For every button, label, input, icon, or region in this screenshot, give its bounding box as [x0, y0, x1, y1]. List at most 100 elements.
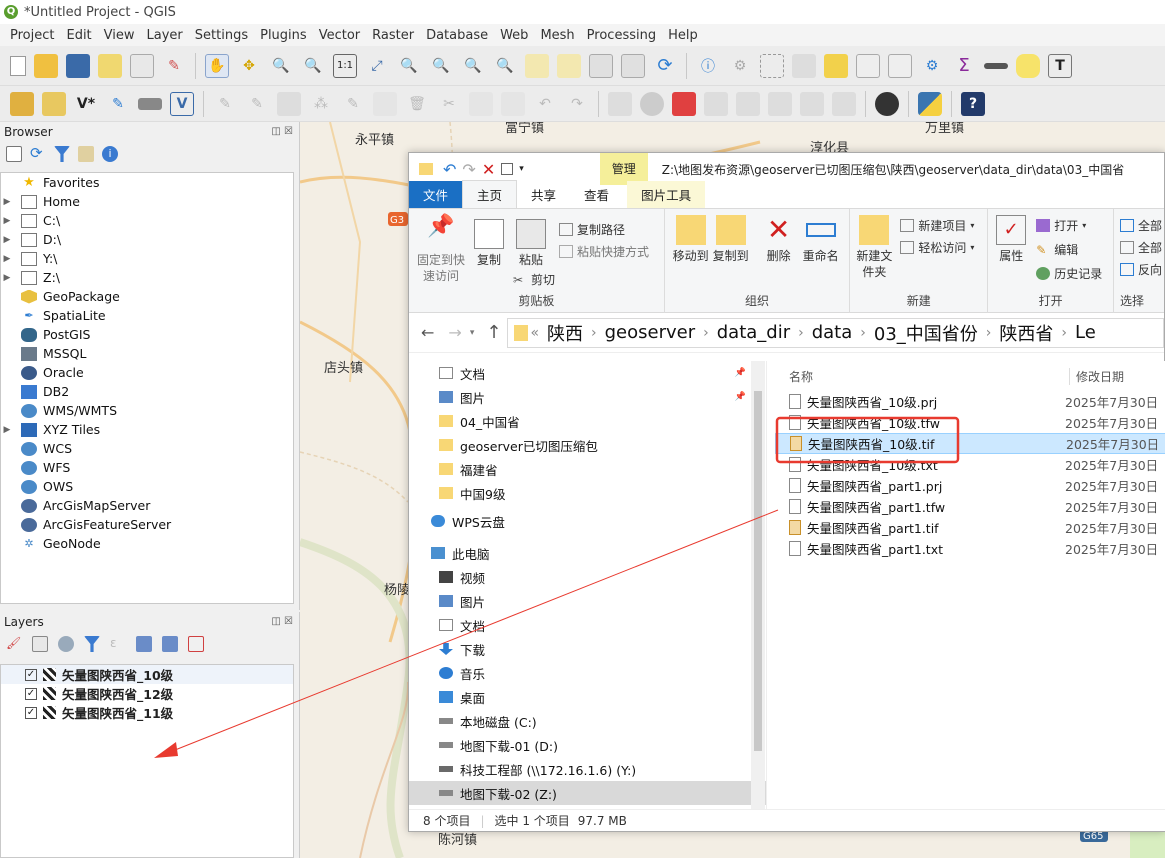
breadcrumb-chevron-icon[interactable]: ›: [1059, 325, 1069, 341]
menu-web[interactable]: Web: [494, 28, 534, 43]
nav-item[interactable]: 地图下载-01 (D:): [409, 733, 766, 757]
new-3d-map-view-icon[interactable]: [557, 53, 581, 78]
paste-button[interactable]: 粘贴: [513, 219, 549, 268]
tab-share[interactable]: 共享: [517, 181, 570, 208]
address-breadcrumb[interactable]: « 陕西 › geoserver › data_dir › data › 03_中国省份 › 陕西省…: [507, 317, 1164, 348]
zoom-in-icon[interactable]: 🔍: [269, 54, 293, 78]
tab-view[interactable]: 查看: [570, 181, 623, 208]
new-virtual-layer-icon[interactable]: [138, 97, 162, 110]
paste-features-icon[interactable]: [501, 91, 525, 116]
nav-item[interactable]: 本地磁盘 (C:): [409, 709, 766, 733]
file-row[interactable]: 矢量图陕西省_part1.prj 2025年7月30日: [775, 475, 1165, 496]
file-row[interactable]: 矢量图陕西省_part1.txt 2025年7月30日: [775, 538, 1165, 559]
nav-item[interactable]: geoserver已切图压缩包: [409, 433, 766, 457]
file-row[interactable]: 矢量图陕西省_10级.prj 2025年7月30日: [775, 391, 1165, 412]
layer-visibility-checkbox[interactable]: ✓: [25, 687, 37, 700]
deselect-icon[interactable]: [824, 53, 848, 78]
map-tips-icon[interactable]: [1016, 53, 1040, 78]
cut-features-icon[interactable]: ✂: [437, 92, 461, 116]
column-name[interactable]: 名称: [775, 368, 1069, 385]
browser-item[interactable]: ✒ SpatiaLite: [1, 306, 293, 325]
nav-item[interactable]: 福建省: [409, 457, 766, 481]
browser-item[interactable]: DB2: [1, 382, 293, 401]
nav-item[interactable]: 桌面: [409, 685, 766, 709]
open-button[interactable]: 打开 ▾: [1036, 217, 1086, 234]
pin-quick-access-button[interactable]: 📌 固定到快速访问: [413, 216, 469, 284]
undo-icon[interactable]: ↶: [443, 160, 456, 179]
nav-item[interactable]: 中国9级: [409, 481, 766, 505]
show-hide-labels-icon[interactable]: [800, 91, 824, 116]
browser-item[interactable]: ✲ GeoNode: [1, 534, 293, 553]
browser-item[interactable]: GeoPackage: [1, 287, 293, 306]
browser-item[interactable]: WMS/WMTS: [1, 401, 293, 420]
scroll-thumb[interactable]: [754, 391, 762, 751]
add-layer-icon[interactable]: [6, 146, 22, 162]
expand-arrow-icon[interactable]: ▶: [1, 254, 13, 264]
quick-access-dropdown-icon[interactable]: ▾: [519, 164, 524, 174]
browser-item[interactable]: ▶ Z:\: [1, 268, 293, 287]
new-project-icon[interactable]: [10, 55, 26, 76]
copy-to-button[interactable]: 复制到: [711, 215, 751, 264]
menu-mesh[interactable]: Mesh: [534, 28, 580, 43]
browser-item[interactable]: ▶ XYZ Tiles: [1, 420, 293, 439]
back-arrow-icon[interactable]: ←: [421, 323, 434, 342]
layer-item[interactable]: ✓ 矢量图陕西省_11级: [1, 703, 293, 722]
paste-shortcut-button[interactable]: 粘贴快捷方式: [559, 243, 649, 260]
refresh-icon[interactable]: ⟳: [30, 146, 46, 162]
forward-arrow-icon[interactable]: →: [448, 323, 461, 342]
expand-arrow-icon[interactable]: ▶: [1, 216, 13, 226]
menu-edit[interactable]: Edit: [60, 28, 97, 43]
redo-icon[interactable]: ↷: [565, 92, 589, 116]
menu-database[interactable]: Database: [420, 28, 494, 43]
nav-item[interactable]: 04_中国省: [409, 409, 766, 433]
breadcrumb-item[interactable]: data_dir: [711, 322, 796, 343]
breadcrumb-chevron-icon[interactable]: ›: [984, 325, 994, 341]
processing-toolbox-icon[interactable]: ⚙: [920, 54, 944, 78]
layer-item[interactable]: ✓ 矢量图陕西省_10级: [1, 665, 293, 684]
new-geopackage-layer-icon[interactable]: [42, 91, 66, 116]
file-row[interactable]: 矢量图陕西省_part1.tif 2025年7月30日: [775, 517, 1165, 538]
remove-layer-icon[interactable]: [188, 636, 204, 652]
browser-item[interactable]: MSSQL: [1, 344, 293, 363]
new-map-view-icon[interactable]: [525, 53, 549, 78]
file-row[interactable]: 矢量图陕西省_part1.tfw 2025年7月30日: [775, 496, 1165, 517]
menu-plugins[interactable]: Plugins: [254, 28, 313, 43]
zoom-to-selection-icon[interactable]: 🔍: [397, 54, 421, 78]
browser-item[interactable]: ArcGisFeatureServer: [1, 515, 293, 534]
add-group-icon[interactable]: [32, 636, 48, 652]
browser-item[interactable]: WCS: [1, 439, 293, 458]
new-item-button[interactable]: 新建项目 ▾: [900, 217, 974, 234]
delete-button[interactable]: ✕ 删除: [761, 215, 797, 264]
properties-icon[interactable]: [501, 163, 514, 175]
history-button[interactable]: 历史记录: [1036, 265, 1102, 282]
tab-file[interactable]: 文件: [409, 181, 463, 208]
breadcrumb-item[interactable]: 陕西省: [993, 320, 1059, 346]
collapse-all-icon[interactable]: [162, 636, 178, 652]
copy-features-icon[interactable]: [469, 91, 493, 116]
breadcrumb-item[interactable]: 03_中国省份: [868, 320, 984, 346]
redo-icon[interactable]: ↷: [462, 160, 475, 179]
nav-item[interactable]: WPS云盘: [409, 509, 766, 533]
easy-access-button[interactable]: 轻松访问 ▾: [900, 239, 974, 256]
nav-item[interactable]: 视频: [409, 565, 766, 589]
actions-icon[interactable]: ⚙: [728, 54, 752, 78]
expand-arrow-icon[interactable]: ▶: [1, 273, 13, 283]
tab-picture-tools[interactable]: 图片工具: [627, 181, 706, 208]
open-project-icon[interactable]: [34, 53, 58, 78]
breadcrumb-chevron-icon[interactable]: ›: [589, 325, 599, 341]
new-folder-button[interactable]: 新建文件夹: [856, 215, 892, 280]
zoom-last-icon[interactable]: 🔍: [461, 54, 485, 78]
file-row[interactable]: 矢量图陕西省_10级.tif 2025年7月30日: [775, 433, 1165, 454]
panel-float-close-icon[interactable]: ◫ ☒: [271, 122, 299, 142]
data-source-manager-icon[interactable]: [10, 91, 34, 116]
browser-item[interactable]: PostGIS: [1, 325, 293, 344]
manage-visibility-icon[interactable]: [58, 636, 74, 652]
browser-item[interactable]: ArcGisMapServer: [1, 496, 293, 515]
browser-item[interactable]: ▶ Y:\: [1, 249, 293, 268]
plugin-spy-icon[interactable]: [875, 91, 899, 116]
save-edits-icon[interactable]: [277, 91, 301, 116]
move-label-icon[interactable]: [704, 91, 728, 116]
menu-help[interactable]: Help: [662, 28, 704, 43]
nav-item[interactable]: 文档 📌: [409, 361, 766, 385]
properties-icon[interactable]: i: [102, 146, 118, 162]
